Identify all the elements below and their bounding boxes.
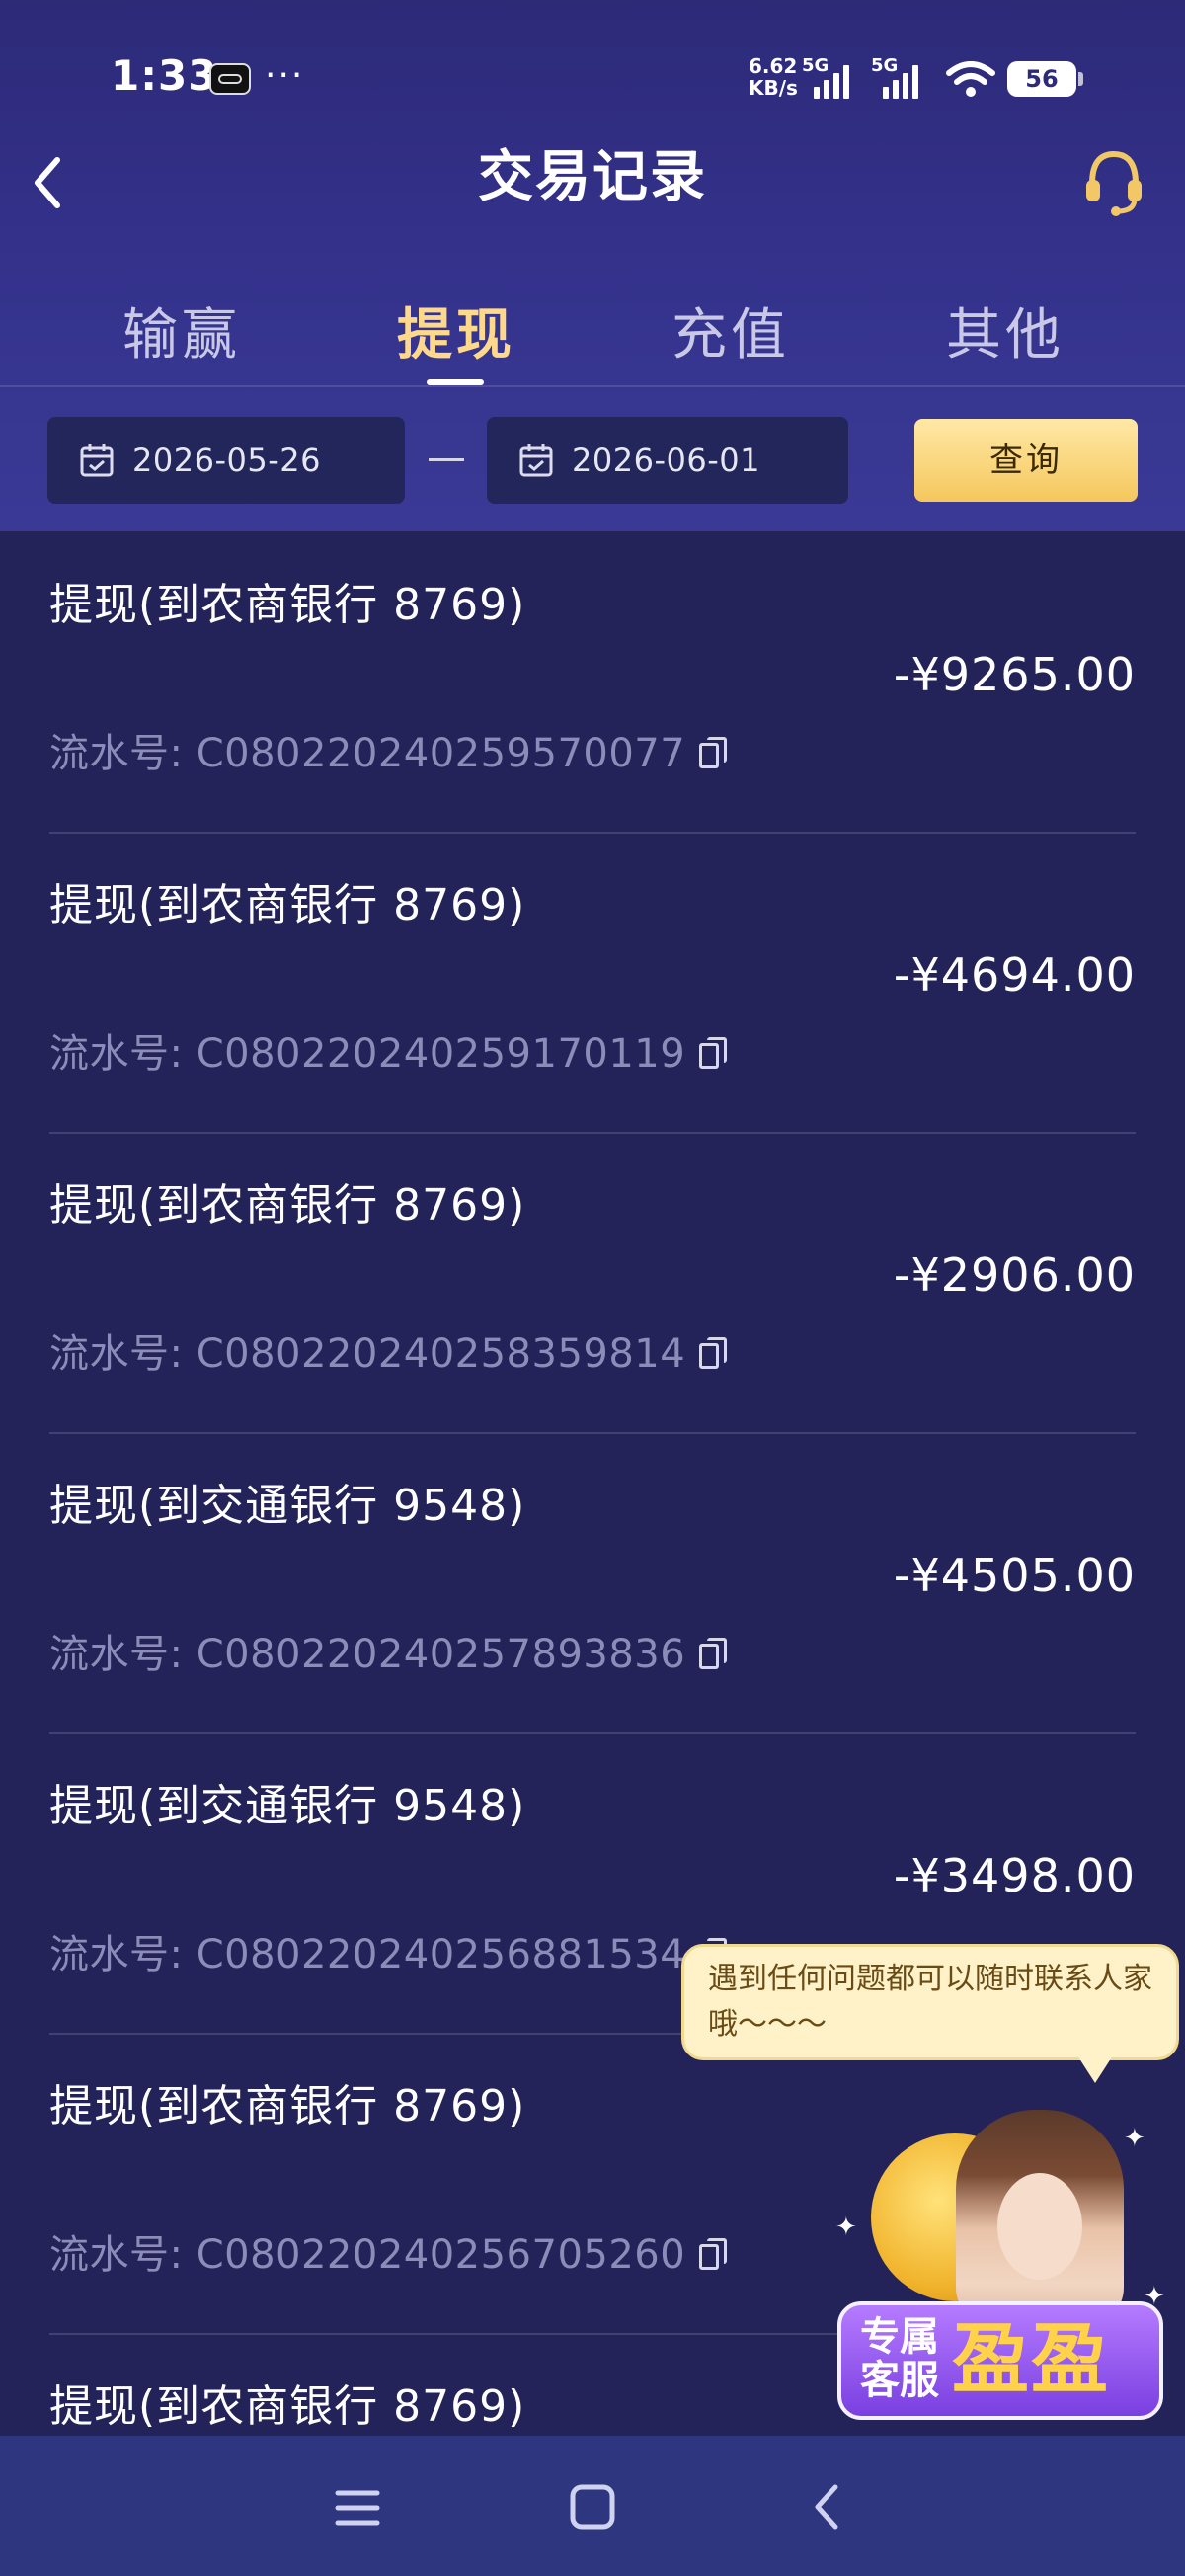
serial-number-line: 流水号: C080220240256881534 [49, 1922, 729, 1979]
transaction-amount: -¥4505.00 [893, 1549, 1136, 1602]
date-filter: 2026-05-26 2026-06-01 查询 [0, 387, 1185, 531]
copy-icon[interactable] [699, 737, 729, 770]
start-date-picker[interactable]: 2026-05-26 [47, 417, 405, 504]
serial-number-line: 流水号: C080220240256705260 [49, 2222, 729, 2280]
transaction-title: 提现(到交通银行 9548) [49, 1481, 526, 1531]
serial-number: 流水号: C080220240256705260 [49, 2232, 686, 2278]
transaction-row[interactable]: 提现(到农商银行 8769) -¥9265.00 流水号: C080220240… [49, 531, 1136, 834]
transaction-title: 提现(到农商银行 8769) [49, 2081, 526, 2132]
date-range-separator [429, 458, 464, 461]
top-nav: 交易记录 [0, 128, 1185, 247]
menu-icon [335, 2490, 380, 2526]
sim2-signal-icon: 5G [871, 55, 920, 99]
serial-number-line: 流水号: C080220240258359814 [49, 1322, 729, 1379]
service-badge: 专属客服 盈盈 [837, 2301, 1163, 2420]
exclusive-service-widget[interactable]: ✦ ✦ ✦ 专属客服 盈盈 [828, 2104, 1169, 2440]
byd-app-icon [209, 63, 251, 95]
status-time: 1:33 [111, 51, 218, 100]
agent-face [997, 2173, 1082, 2280]
transaction-title: 提现(到农商银行 8769) [49, 1180, 526, 1231]
system-back-button[interactable] [788, 2473, 867, 2542]
transaction-row[interactable]: 提现(到农商银行 8769) -¥4694.00 流水号: C080220240… [49, 832, 1136, 1134]
home-button[interactable] [553, 2473, 632, 2542]
transaction-amount: -¥2906.00 [893, 1248, 1136, 1302]
tab-bar: 输赢 提现 充值 其他 [0, 286, 1185, 385]
copy-icon[interactable] [699, 1337, 729, 1371]
calendar-icon [80, 444, 114, 477]
serial-number-line: 流水号: C080220240259570077 [49, 721, 729, 778]
end-date-picker[interactable]: 2026-06-01 [487, 417, 848, 504]
page-title: 交易记录 [478, 145, 707, 209]
serial-number: 流水号: C080220240259170119 [49, 1031, 686, 1077]
transaction-amount: -¥9265.00 [893, 648, 1136, 701]
transaction-amount: -¥3498.00 [893, 1849, 1136, 1902]
serial-number: 流水号: C080220240256881534 [49, 1932, 686, 1977]
system-nav-bar [0, 2436, 1185, 2576]
wifi-icon [946, 61, 995, 97]
start-date-value: 2026-05-26 [132, 442, 321, 479]
query-button[interactable]: 查询 [914, 419, 1138, 502]
battery-indicator: 56 [1007, 61, 1083, 97]
end-date-value: 2026-06-01 [572, 442, 760, 479]
service-agent-name: 盈盈 [952, 2315, 1111, 2404]
calendar-icon [519, 444, 553, 477]
transaction-row[interactable]: 提现(到农商银行 8769) -¥2906.00 流水号: C080220240… [49, 1132, 1136, 1434]
tab-other[interactable]: 其他 [907, 286, 1104, 385]
back-triangle-icon [815, 2484, 838, 2530]
sparkle-icon: ✦ [1124, 2124, 1146, 2153]
more-notifications-icon: ··· [265, 55, 305, 96]
serial-number: 流水号: C080220240257893836 [49, 1632, 686, 1677]
tab-recharge[interactable]: 充值 [632, 286, 830, 385]
network-speed-value: 6.62 [749, 54, 798, 78]
square-home-icon [570, 2484, 615, 2530]
tab-win-loss[interactable]: 输赢 [83, 286, 280, 385]
headset-icon [1086, 150, 1142, 216]
serial-number-line: 流水号: C080220240257893836 [49, 1622, 729, 1679]
transaction-title: 提现(到交通银行 9548) [49, 1781, 526, 1831]
transaction-amount: -¥4694.00 [893, 948, 1136, 1002]
tab-withdraw[interactable]: 提现 [357, 286, 555, 385]
status-bar: 1:33 ··· 6.62 KB/s 5G 5G 56 [0, 0, 1185, 148]
transaction-title: 提现(到农商银行 8769) [49, 580, 526, 630]
network-speed-unit: KB/s [749, 76, 798, 100]
service-badge-label: 专属客服 [860, 2314, 939, 2403]
copy-icon[interactable] [699, 1638, 729, 1671]
transaction-title: 提现(到农商银行 8769) [49, 880, 526, 930]
sparkle-icon: ✦ [835, 2213, 857, 2242]
copy-icon[interactable] [699, 1037, 729, 1071]
transaction-row[interactable]: 提现(到交通银行 9548) -¥4505.00 流水号: C080220240… [49, 1432, 1136, 1734]
serial-number: 流水号: C080220240258359814 [49, 1331, 686, 1377]
serial-number-line: 流水号: C080220240259170119 [49, 1021, 729, 1079]
transaction-title: 提现(到农商银行 8769) [49, 2381, 526, 2432]
copy-icon[interactable] [699, 2238, 729, 2272]
sim1-signal-icon: 5G [802, 55, 851, 99]
network-speed: 6.62 KB/s [749, 55, 798, 99]
customer-service-button[interactable] [1078, 140, 1149, 219]
recent-apps-button[interactable] [318, 2473, 397, 2542]
service-tooltip: 遇到任何问题都可以随时联系人家哦～～～ [681, 1944, 1179, 2083]
serial-number: 流水号: C080220240259570077 [49, 731, 686, 776]
